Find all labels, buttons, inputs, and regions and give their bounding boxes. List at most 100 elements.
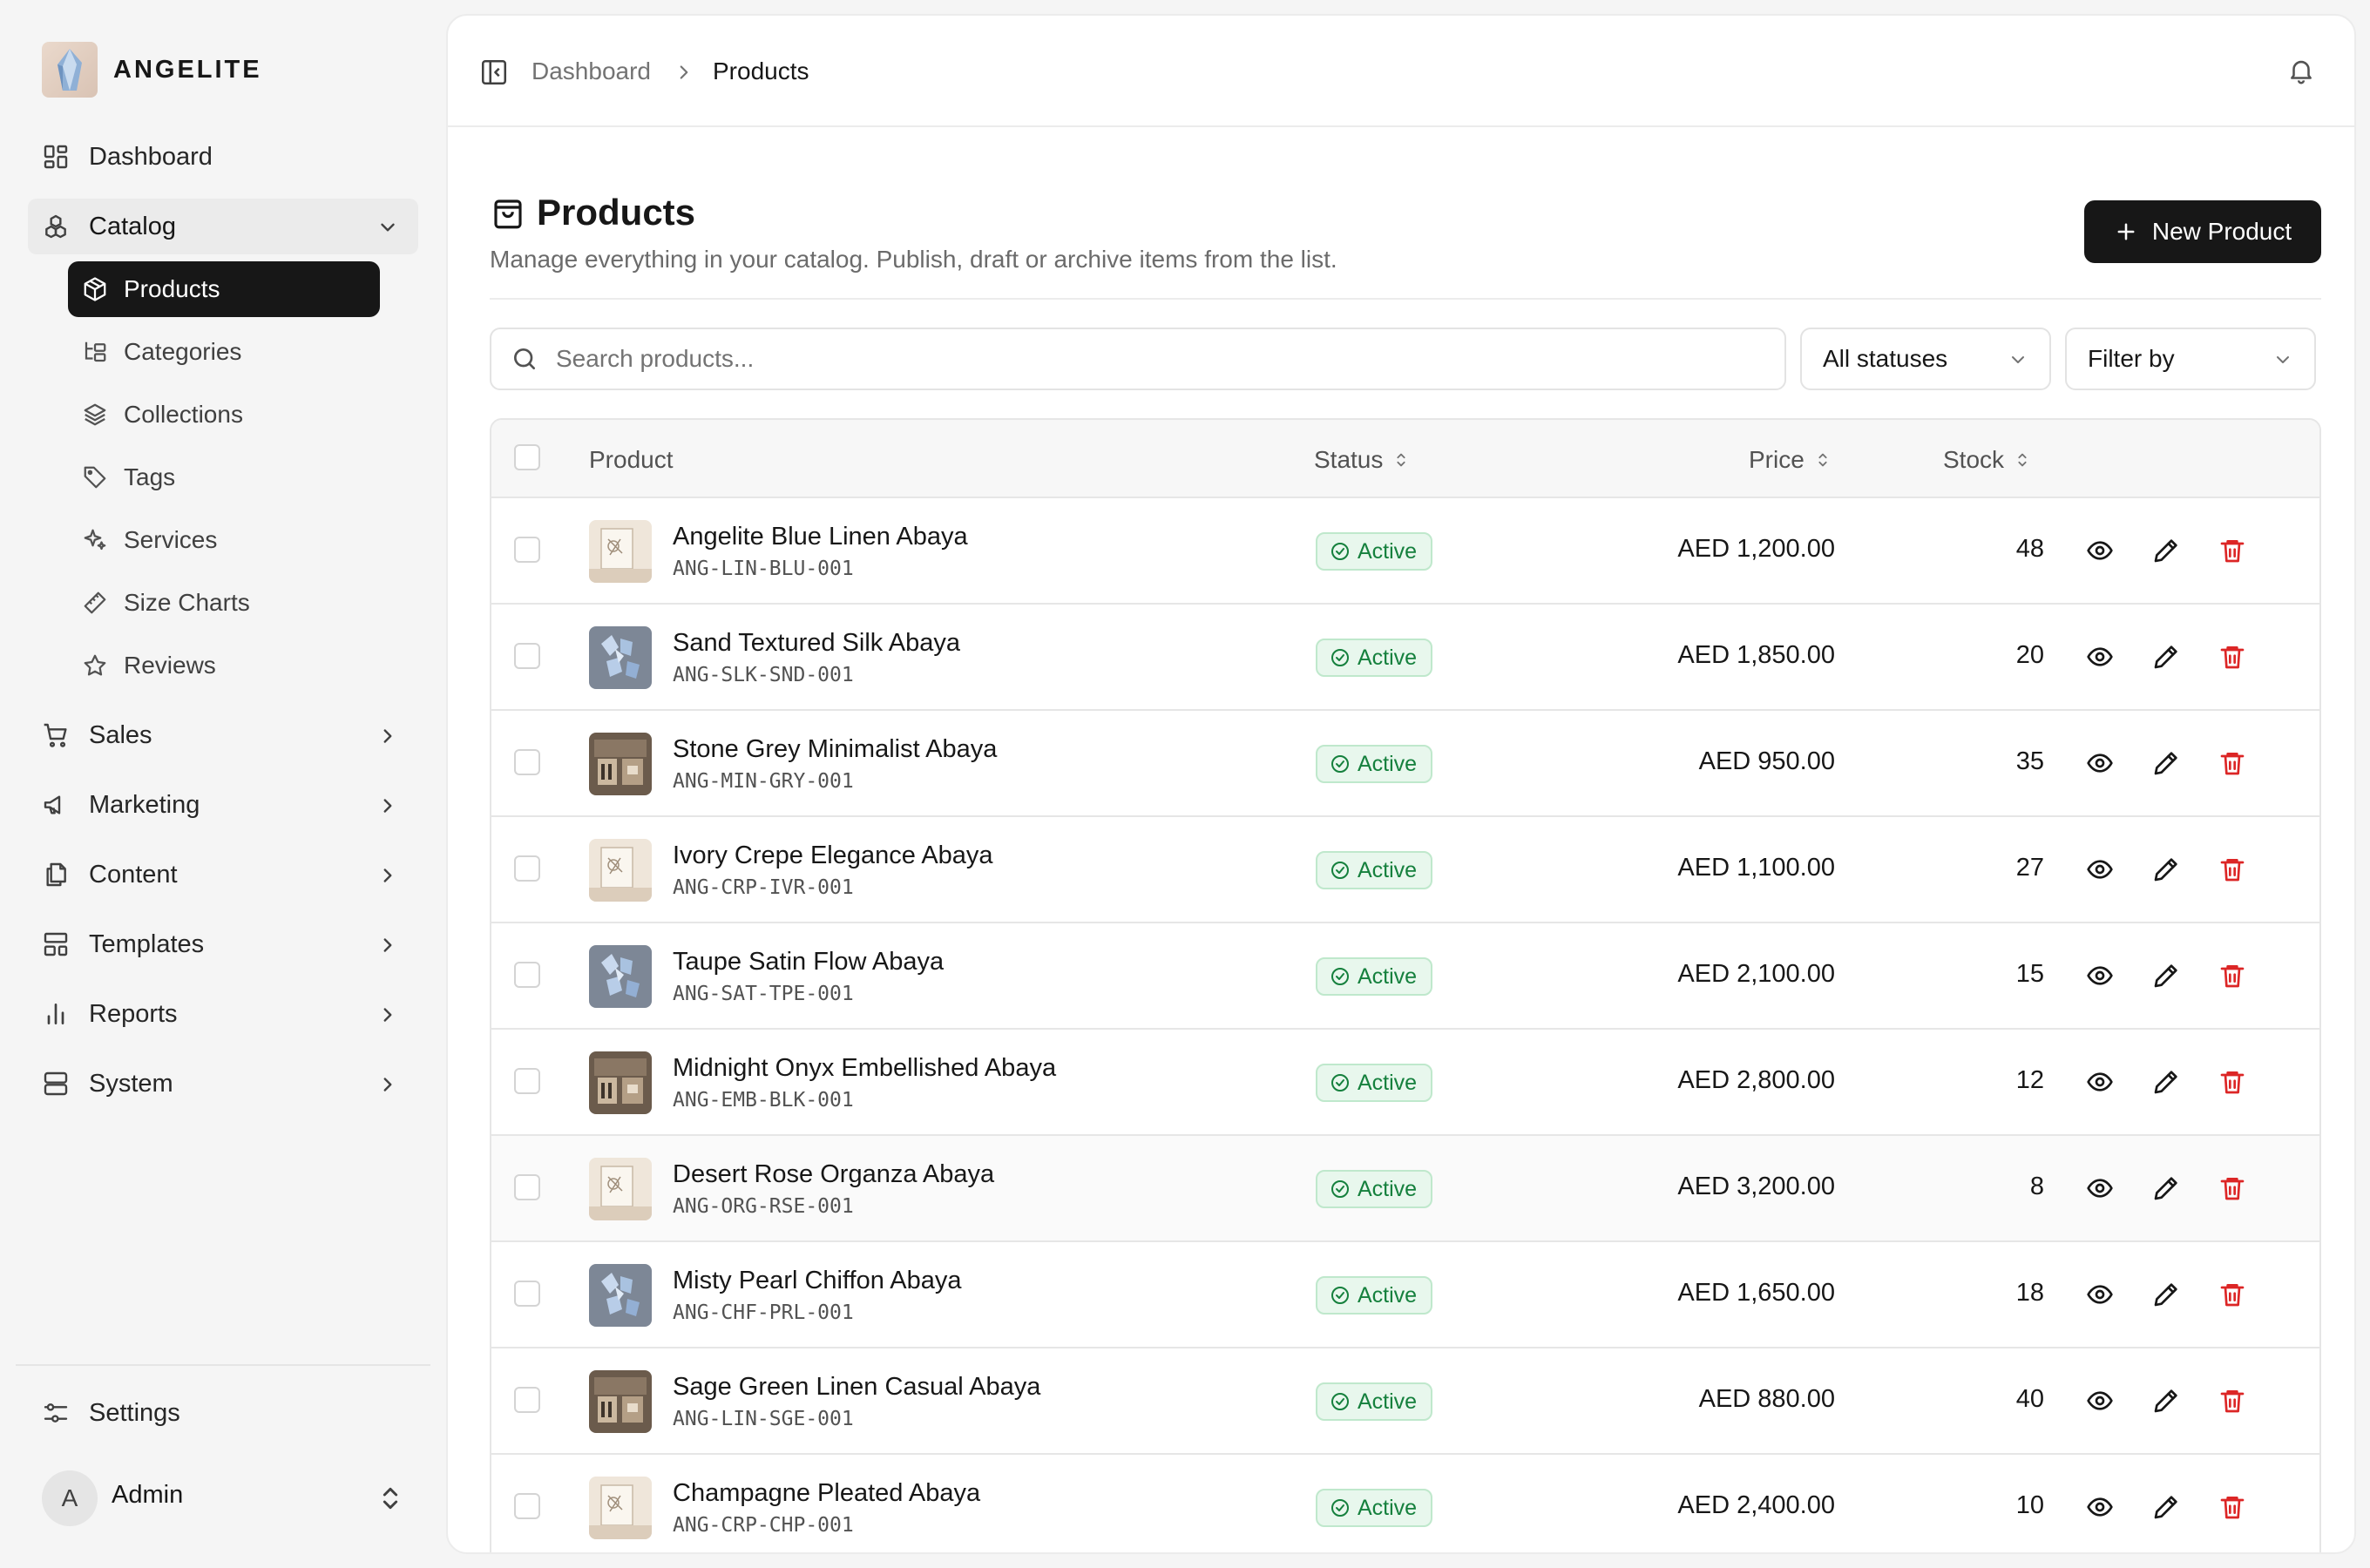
view-icon[interactable] xyxy=(2086,1387,2114,1415)
edit-pencil-icon[interactable] xyxy=(2152,855,2180,883)
table-row[interactable]: Taupe Satin Flow Abaya ANG-SAT-TPE-001 Act… xyxy=(491,923,2319,1030)
sidebar-item-categories[interactable]: Categories xyxy=(68,324,380,380)
sidebar-item-size-charts[interactable]: Size Charts xyxy=(68,575,380,631)
product-name[interactable]: Taupe Satin Flow Abaya xyxy=(673,948,944,977)
edit-pencil-icon[interactable] xyxy=(2152,643,2180,671)
sidebar-item-label: Collections xyxy=(124,401,243,428)
row-checkbox[interactable] xyxy=(514,643,540,669)
filter-select[interactable]: Filter by xyxy=(2065,328,2316,390)
row-checkbox[interactable] xyxy=(514,962,540,988)
delete-trash-icon[interactable] xyxy=(2218,1387,2246,1415)
delete-trash-icon[interactable] xyxy=(2218,1281,2246,1308)
column-price[interactable]: Price xyxy=(1749,446,1832,474)
table-row[interactable]: Sand Textured Silk Abaya ANG-SLK-SND-001 A… xyxy=(491,605,2319,711)
delete-trash-icon[interactable] xyxy=(2218,962,2246,990)
edit-pencil-icon[interactable] xyxy=(2152,1493,2180,1521)
user-name[interactable]: Admin xyxy=(112,1481,183,1510)
table-row[interactable]: Desert Rose Organza Abaya ANG-ORG-RSE-001… xyxy=(491,1136,2319,1242)
sidebar-item-sales[interactable]: Sales xyxy=(28,707,418,763)
row-checkbox[interactable] xyxy=(514,537,540,563)
table-row[interactable]: Stone Grey Minimalist Abaya ANG-MIN-GRY-0… xyxy=(491,711,2319,817)
view-icon[interactable] xyxy=(2086,749,2114,777)
sidebar-item-content[interactable]: Content xyxy=(28,847,418,902)
sidebar-item-tags[interactable]: Tags xyxy=(68,449,380,505)
view-icon[interactable] xyxy=(2086,1281,2114,1308)
view-icon[interactable] xyxy=(2086,537,2114,564)
product-name[interactable]: Champagne Pleated Abaya xyxy=(673,1479,980,1508)
product-name[interactable]: Stone Grey Minimalist Abaya xyxy=(673,735,997,764)
delete-trash-icon[interactable] xyxy=(2218,1493,2246,1521)
sidebar-item-system[interactable]: System xyxy=(28,1056,418,1112)
sidebar-item-label: Content xyxy=(89,860,178,889)
row-checkbox[interactable] xyxy=(514,749,540,775)
product-name[interactable]: Midnight Onyx Embellished Abaya xyxy=(673,1054,1056,1083)
view-icon[interactable] xyxy=(2086,1174,2114,1202)
row-checkbox[interactable] xyxy=(514,1387,540,1413)
row-checkbox[interactable] xyxy=(514,1174,540,1200)
product-stock: 40 xyxy=(2015,1385,2044,1413)
delete-trash-icon[interactable] xyxy=(2218,749,2246,777)
row-checkbox[interactable] xyxy=(514,1281,540,1307)
sidebar-item-reports[interactable]: Reports xyxy=(28,986,418,1042)
column-stock[interactable]: Stock xyxy=(1943,446,2032,474)
bell-icon[interactable] xyxy=(2286,56,2316,85)
sidebar-item-products[interactable]: Products xyxy=(68,261,380,317)
sidebar-item-collections[interactable]: Collections xyxy=(68,387,380,443)
view-icon[interactable] xyxy=(2086,1068,2114,1096)
table-row[interactable]: Midnight Onyx Embellished Abaya ANG-EMB-B… xyxy=(491,1030,2319,1136)
edit-pencil-icon[interactable] xyxy=(2152,1281,2180,1308)
search-box[interactable] xyxy=(490,328,1786,390)
table-row[interactable]: Misty Pearl Chiffon Abaya ANG-CHF-PRL-001… xyxy=(491,1242,2319,1348)
view-icon[interactable] xyxy=(2086,962,2114,990)
search-input[interactable] xyxy=(556,345,1758,373)
sidebar-item-services[interactable]: Services xyxy=(68,512,380,568)
chevrons-up-down-icon[interactable] xyxy=(376,1484,404,1512)
delete-trash-icon[interactable] xyxy=(2218,1174,2246,1202)
row-checkbox[interactable] xyxy=(514,1493,540,1519)
column-status[interactable]: Status xyxy=(1314,446,1411,474)
product-name[interactable]: Angelite Blue Linen Abaya xyxy=(673,523,968,551)
product-name[interactable]: Sage Green Linen Casual Abaya xyxy=(673,1373,1040,1402)
view-icon[interactable] xyxy=(2086,1493,2114,1521)
new-product-button[interactable]: New Product xyxy=(2084,200,2321,263)
edit-pencil-icon[interactable] xyxy=(2152,962,2180,990)
product-name[interactable]: Misty Pearl Chiffon Abaya xyxy=(673,1267,962,1295)
brand[interactable]: ANGELITE xyxy=(42,42,262,98)
edit-pencil-icon[interactable] xyxy=(2152,1068,2180,1096)
table-row[interactable]: Champagne Pleated Abaya ANG-CRP-CHP-001 Ac… xyxy=(491,1455,2319,1552)
delete-trash-icon[interactable] xyxy=(2218,1068,2246,1096)
sidebar-item-templates[interactable]: Templates xyxy=(28,916,418,972)
avatar[interactable]: A xyxy=(42,1470,98,1526)
sidebar-item-reviews[interactable]: Reviews xyxy=(68,638,380,693)
view-icon[interactable] xyxy=(2086,855,2114,883)
chevron-right-icon xyxy=(383,1078,392,1092)
sidebar-item-catalog[interactable]: Catalog xyxy=(28,199,418,254)
table-row[interactable]: Sage Green Linen Casual Abaya ANG-LIN-SGE… xyxy=(491,1348,2319,1455)
header-divider xyxy=(490,298,2321,300)
table-row[interactable]: Angelite Blue Linen Abaya ANG-LIN-BLU-001… xyxy=(491,498,2319,605)
edit-pencil-icon[interactable] xyxy=(2152,749,2180,777)
brand-logo xyxy=(42,42,98,98)
edit-pencil-icon[interactable] xyxy=(2152,1174,2180,1202)
status-badge-label: Active xyxy=(1358,1176,1418,1201)
row-checkbox[interactable] xyxy=(514,855,540,882)
product-name[interactable]: Sand Textured Silk Abaya xyxy=(673,629,960,658)
view-icon[interactable] xyxy=(2086,643,2114,671)
edit-pencil-icon[interactable] xyxy=(2152,537,2180,564)
row-checkbox[interactable] xyxy=(514,1068,540,1094)
product-name[interactable]: Ivory Crepe Elegance Abaya xyxy=(673,841,993,870)
delete-trash-icon[interactable] xyxy=(2218,855,2246,883)
sidebar-item-settings[interactable]: Settings xyxy=(28,1385,418,1441)
delete-trash-icon[interactable] xyxy=(2218,537,2246,564)
status-select[interactable]: All statuses xyxy=(1800,328,2051,390)
sidebar-item-dashboard[interactable]: Dashboard xyxy=(28,129,418,185)
server-icon xyxy=(44,1071,68,1096)
breadcrumb-dashboard[interactable]: Dashboard xyxy=(532,57,651,85)
delete-trash-icon[interactable] xyxy=(2218,643,2246,671)
select-all-checkbox[interactable] xyxy=(514,444,540,470)
sidebar-item-marketing[interactable]: Marketing xyxy=(28,777,418,833)
edit-pencil-icon[interactable] xyxy=(2152,1387,2180,1415)
sidebar-toggle-icon[interactable] xyxy=(479,57,509,87)
product-name[interactable]: Desert Rose Organza Abaya xyxy=(673,1160,994,1189)
table-row[interactable]: Ivory Crepe Elegance Abaya ANG-CRP-IVR-00… xyxy=(491,817,2319,923)
